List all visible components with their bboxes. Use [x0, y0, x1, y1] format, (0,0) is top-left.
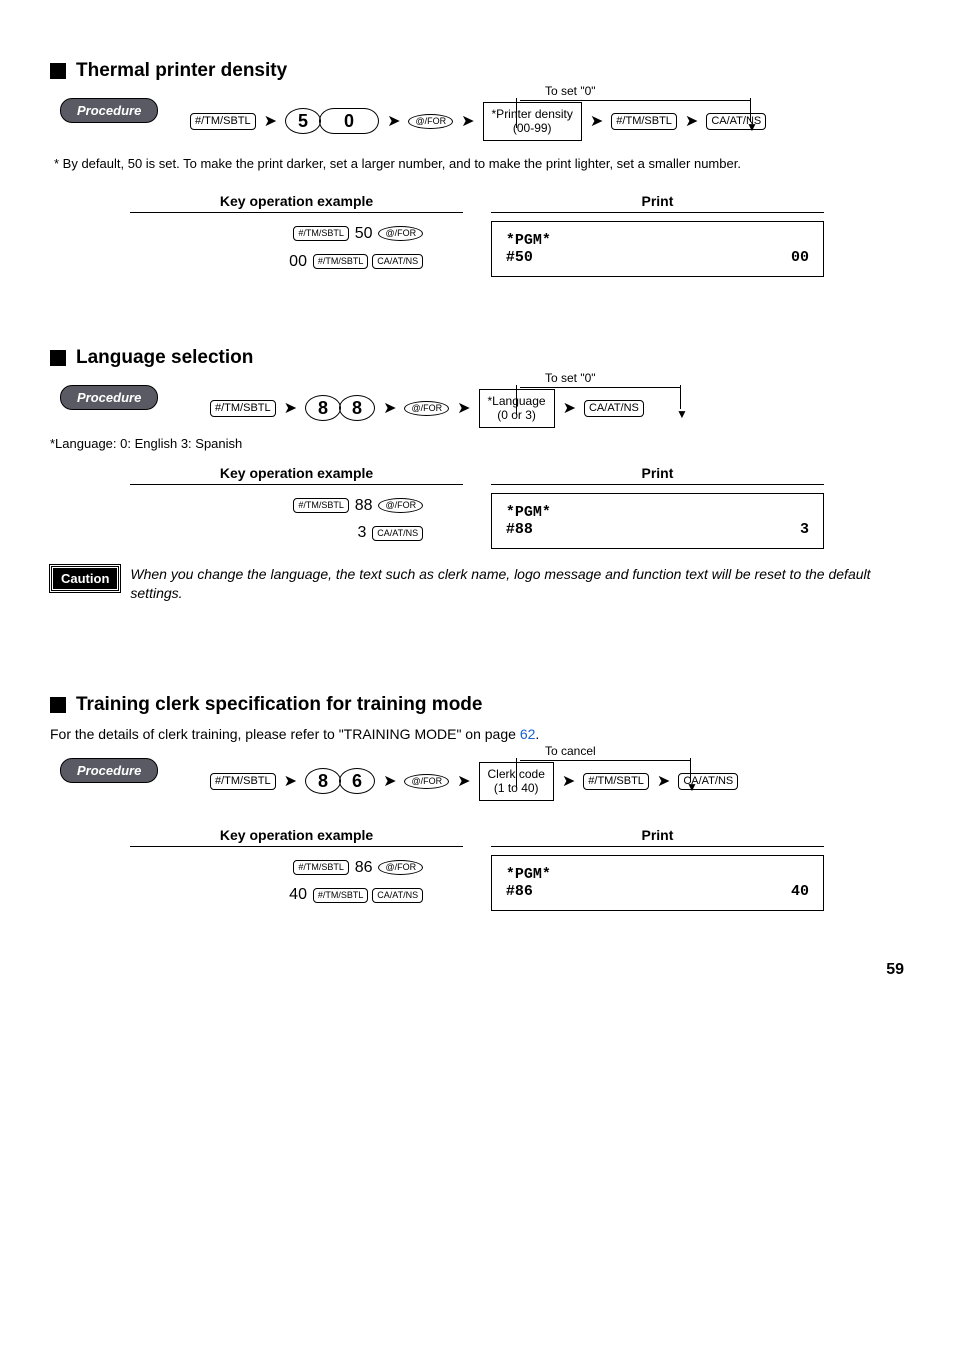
bypass-line: [520, 387, 680, 388]
bullet-icon: [50, 63, 66, 79]
bypass-v1: [516, 385, 517, 415]
key-tmsbtl: #/TM/SBTL: [210, 773, 276, 790]
bullet-icon: [50, 697, 66, 713]
arrow-icon: ➤: [657, 771, 670, 791]
caution-block: Caution When you change the language, th…: [50, 565, 904, 604]
key-caatns: CA/AT/NS: [584, 400, 644, 417]
caution-badge: Caution: [50, 565, 120, 592]
flow-row-1: #/TM/SBTL ➤ 5 0 ➤ @/FOR ➤ *Printer densi…: [190, 102, 904, 141]
bypass-v2: [680, 385, 681, 409]
key-op-lines: #/TM/SBTL 86 @/FOR 40 #/TM/SBTL CA/AT/NS: [130, 855, 463, 908]
bypass-label: To set "0": [545, 371, 596, 385]
procedure-badge: Procedure: [60, 758, 158, 783]
arrow-icon: ➤: [383, 771, 396, 791]
example-row-1: Key operation example #/TM/SBTL 50 @/FOR…: [130, 193, 824, 277]
key-tmsbtl: #/TM/SBTL: [190, 113, 256, 130]
bypass-v2: [690, 758, 691, 782]
arrow-down-icon: ▼: [686, 780, 698, 794]
arrow-down-icon: ▼: [676, 407, 688, 421]
procedure-block-1: Procedure To set "0" ▼ #/TM/SBTL ➤ 5 0 ➤…: [50, 102, 904, 141]
bypass-line: [520, 760, 690, 761]
bypass-label: To cancel: [545, 744, 596, 758]
bypass-v1: [516, 758, 517, 788]
key-op-lines: #/TM/SBTL 50 @/FOR 00 #/TM/SBTL CA/AT/NS: [130, 221, 463, 274]
procedure-block-2: Procedure To set "0" ▼ #/TM/SBTL ➤ 8 8 ➤…: [50, 389, 904, 428]
title-text: Language selection: [76, 347, 253, 369]
procedure-badge: Procedure: [60, 98, 158, 123]
key-tmsbtl: #/TM/SBTL: [611, 113, 677, 130]
bypass-v2: [750, 98, 751, 122]
bypass-v1: [516, 98, 517, 128]
arrow-down-icon: ▼: [746, 120, 758, 134]
page-link[interactable]: 62: [520, 726, 536, 742]
param-box: *Printer density(00-99): [483, 102, 582, 141]
key-digit-8: 8: [305, 395, 341, 421]
print-output: *PGM* #86 40: [491, 855, 824, 911]
key-atfor: @/FOR: [404, 774, 449, 789]
bypass-line: [520, 100, 750, 101]
key-tmsbtl: #/TM/SBTL: [583, 773, 649, 790]
key-tmsbtl: #/TM/SBTL: [210, 400, 276, 417]
arrow-icon: ➤: [685, 111, 698, 131]
key-atfor: @/FOR: [408, 114, 453, 129]
print-header: Print: [491, 827, 824, 847]
print-output: *PGM* #88 3: [491, 493, 824, 549]
key-op-lines: #/TM/SBTL 88 @/FOR 3 CA/AT/NS: [130, 493, 463, 546]
sub-note: For the details of clerk training, pleas…: [50, 726, 904, 742]
key-digit-8: 8: [305, 768, 341, 794]
note-text: * By default, 50 is set. To make the pri…: [54, 155, 904, 173]
section-title-language: Language selection: [50, 347, 904, 369]
key-op-header: Key operation example: [130, 465, 463, 485]
print-output: *PGM* #50 00: [491, 221, 824, 277]
key-digit-8b: 8: [339, 395, 375, 421]
procedure-block-3: Procedure To cancel ▼ #/TM/SBTL ➤ 8 6 ➤ …: [50, 762, 904, 801]
arrow-icon: ➤: [563, 398, 576, 418]
key-atfor: @/FOR: [404, 401, 449, 416]
arrow-icon: ➤: [590, 111, 603, 131]
flow-row-2: #/TM/SBTL ➤ 8 8 ➤ @/FOR ➤ *Language(0 or…: [210, 389, 904, 428]
procedure-badge: Procedure: [60, 385, 158, 410]
arrow-icon: ➤: [562, 771, 575, 791]
section-title-thermal: Thermal printer density: [50, 60, 904, 82]
print-header: Print: [491, 193, 824, 213]
page-number: 59: [50, 961, 904, 979]
arrow-icon: ➤: [387, 111, 400, 131]
arrow-icon: ➤: [457, 398, 470, 418]
example-row-3: Key operation example #/TM/SBTL 86 @/FOR…: [130, 827, 824, 911]
title-text: Thermal printer density: [76, 60, 287, 82]
language-values-note: *Language: 0: English 3: Spanish: [50, 436, 904, 451]
arrow-icon: ➤: [264, 111, 277, 131]
key-op-header: Key operation example: [130, 827, 463, 847]
flow-row-3: #/TM/SBTL ➤ 8 6 ➤ @/FOR ➤ Clerk code(1 t…: [210, 762, 904, 801]
arrow-icon: ➤: [461, 111, 474, 131]
arrow-icon: ➤: [284, 398, 297, 418]
print-header: Print: [491, 465, 824, 485]
arrow-icon: ➤: [383, 398, 396, 418]
title-text: Training clerk specification for trainin…: [76, 694, 482, 716]
bullet-icon: [50, 350, 66, 366]
key-digit-5: 5: [285, 108, 321, 134]
example-row-2: Key operation example #/TM/SBTL 88 @/FOR…: [130, 465, 824, 549]
key-op-header: Key operation example: [130, 193, 463, 213]
key-digit-0: 0: [319, 108, 379, 134]
arrow-icon: ➤: [457, 771, 470, 791]
caution-text: When you change the language, the text s…: [130, 565, 904, 604]
section-title-training: Training clerk specification for trainin…: [50, 694, 904, 716]
bypass-label: To set "0": [545, 84, 596, 98]
key-digit-6: 6: [339, 768, 375, 794]
arrow-icon: ➤: [284, 771, 297, 791]
